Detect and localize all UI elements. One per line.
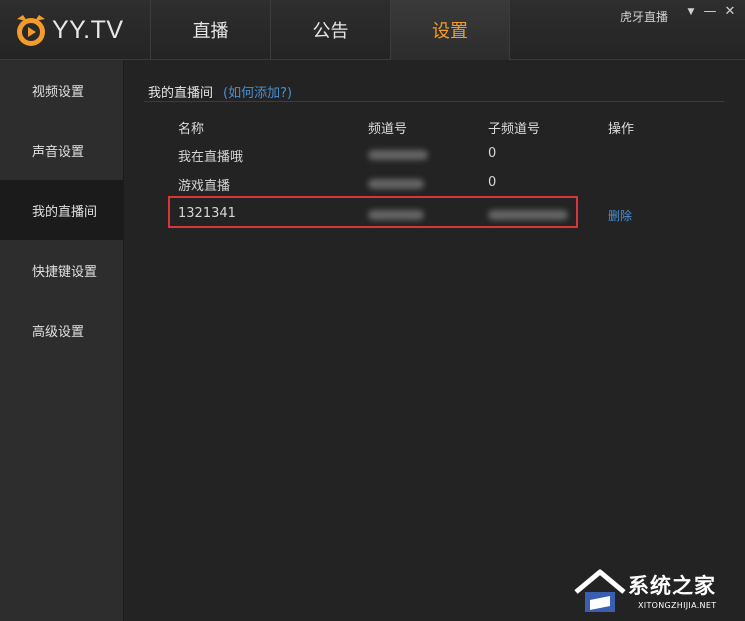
how-to-add-link[interactable]: (如何添加?) [223,86,292,101]
sidebar-item-label: 声音设置 [32,144,85,160]
row-name: 我在直播哦 [178,150,244,165]
row-name: 游戏直播 [178,179,231,194]
sidebar-item-video[interactable]: 视频设置 [0,60,124,120]
section-header: 我的直播间 (如何添加?) [148,82,292,101]
column-header-action: 操作 [608,122,635,137]
column-header-channel: 频道号 [368,122,408,137]
settings-sidebar: 视频设置 声音设置 我的直播间 快捷键设置 高级设置 [0,60,124,621]
close-icon[interactable]: ✕ [723,4,737,20]
tab-notice[interactable]: 公告 [270,0,390,60]
sidebar-item-label: 视频设置 [32,84,85,100]
watermark-text: 系统之家 [628,574,716,598]
user-name[interactable]: 虎牙直播 [620,8,668,25]
minimize-icon[interactable]: — [703,4,717,20]
settings-content: 我的直播间 (如何添加?) 名称 频道号 子频道号 操作 我在直播哦 0 游戏直播… [124,60,745,621]
app-logo: YY.TV [14,13,124,47]
column-header-name: 名称 [178,122,205,137]
section-divider [144,101,724,102]
highlight-box [168,196,578,228]
redacted-channel [368,179,424,189]
yy-logo-icon [14,13,48,47]
dropdown-icon[interactable]: ▼ [684,4,698,20]
logo-text: YY.TV [52,15,124,44]
watermark-sub: XITONGZHIJIA.NET [638,601,717,610]
sidebar-item-label: 我的直播间 [32,204,98,220]
top-bar: YY.TV 直播 公告 设置 虎牙直播 ▼ — ✕ [0,0,745,60]
row-subchannel: 0 [488,146,497,161]
column-header-subchannel: 子频道号 [488,122,541,137]
sidebar-item-label: 快捷键设置 [32,264,98,280]
sidebar-item-audio[interactable]: 声音设置 [0,120,124,180]
row-subchannel: 0 [488,175,497,190]
redacted-channel [368,150,428,160]
section-title: 我的直播间 [148,86,214,101]
sidebar-item-advanced[interactable]: 高级设置 [0,300,124,360]
tab-settings[interactable]: 设置 [390,0,510,60]
house-logo-icon [574,569,626,612]
sidebar-item-label: 高级设置 [32,324,85,340]
sidebar-item-my-room[interactable]: 我的直播间 [0,180,124,240]
tab-live[interactable]: 直播 [150,0,270,60]
delete-link[interactable]: 删除 [608,207,632,224]
watermark: 系统之家 XITONGZHIJIA.NET [572,566,742,618]
sidebar-item-hotkeys[interactable]: 快捷键设置 [0,240,124,300]
